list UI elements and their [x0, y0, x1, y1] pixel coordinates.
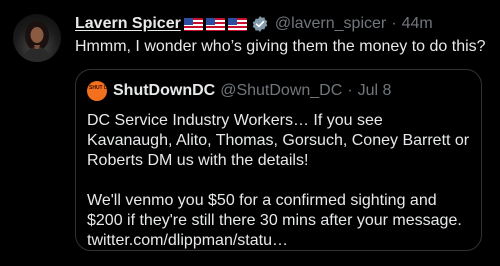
us-flag-icon	[205, 17, 225, 31]
tweet-timestamp[interactable]: 44m	[402, 15, 433, 33]
us-flag-icon	[183, 17, 203, 31]
quoted-paragraph-1: DC Service Industry Workers… If you see …	[87, 112, 470, 169]
tweet-text: Hmmm, I wonder who’s giving them the mon…	[75, 38, 486, 55]
author-avatar[interactable]	[13, 14, 61, 62]
quoted-tweet-text: DC Service Industry Workers… If you see …	[87, 111, 471, 251]
quoted-tweet-date[interactable]: Jul 8	[358, 82, 392, 100]
tweet-header: Lavern Spicer @lavern_spicer · 44m	[75, 14, 490, 34]
author-avatar-image	[23, 21, 51, 62]
verified-badge-icon	[251, 15, 269, 33]
separator-dot: ·	[347, 82, 353, 99]
quoted-avatar-text: SHUT DOWN DC	[89, 85, 107, 91]
quoted-paragraph-2: We'll venmo you $50 for a confirmed sigh…	[87, 192, 462, 249]
author-name[interactable]: Lavern Spicer	[75, 15, 181, 33]
quoted-author-avatar[interactable]: SHUT DOWN DC	[87, 81, 107, 101]
quoted-tweet-card[interactable]: SHUT DOWN DC ShutDownDC @ShutDown_DC · J…	[75, 69, 482, 251]
separator-dot: ·	[391, 15, 397, 32]
flag-emojis	[183, 17, 250, 31]
quoted-author-handle[interactable]: @ShutDown_DC	[220, 82, 342, 100]
quoted-tweet-header: SHUT DOWN DC ShutDownDC @ShutDown_DC · J…	[87, 80, 471, 102]
quoted-author-name[interactable]: ShutDownDC	[113, 82, 215, 100]
author-handle[interactable]: @lavern_spicer	[275, 15, 386, 33]
us-flag-icon	[227, 17, 247, 31]
